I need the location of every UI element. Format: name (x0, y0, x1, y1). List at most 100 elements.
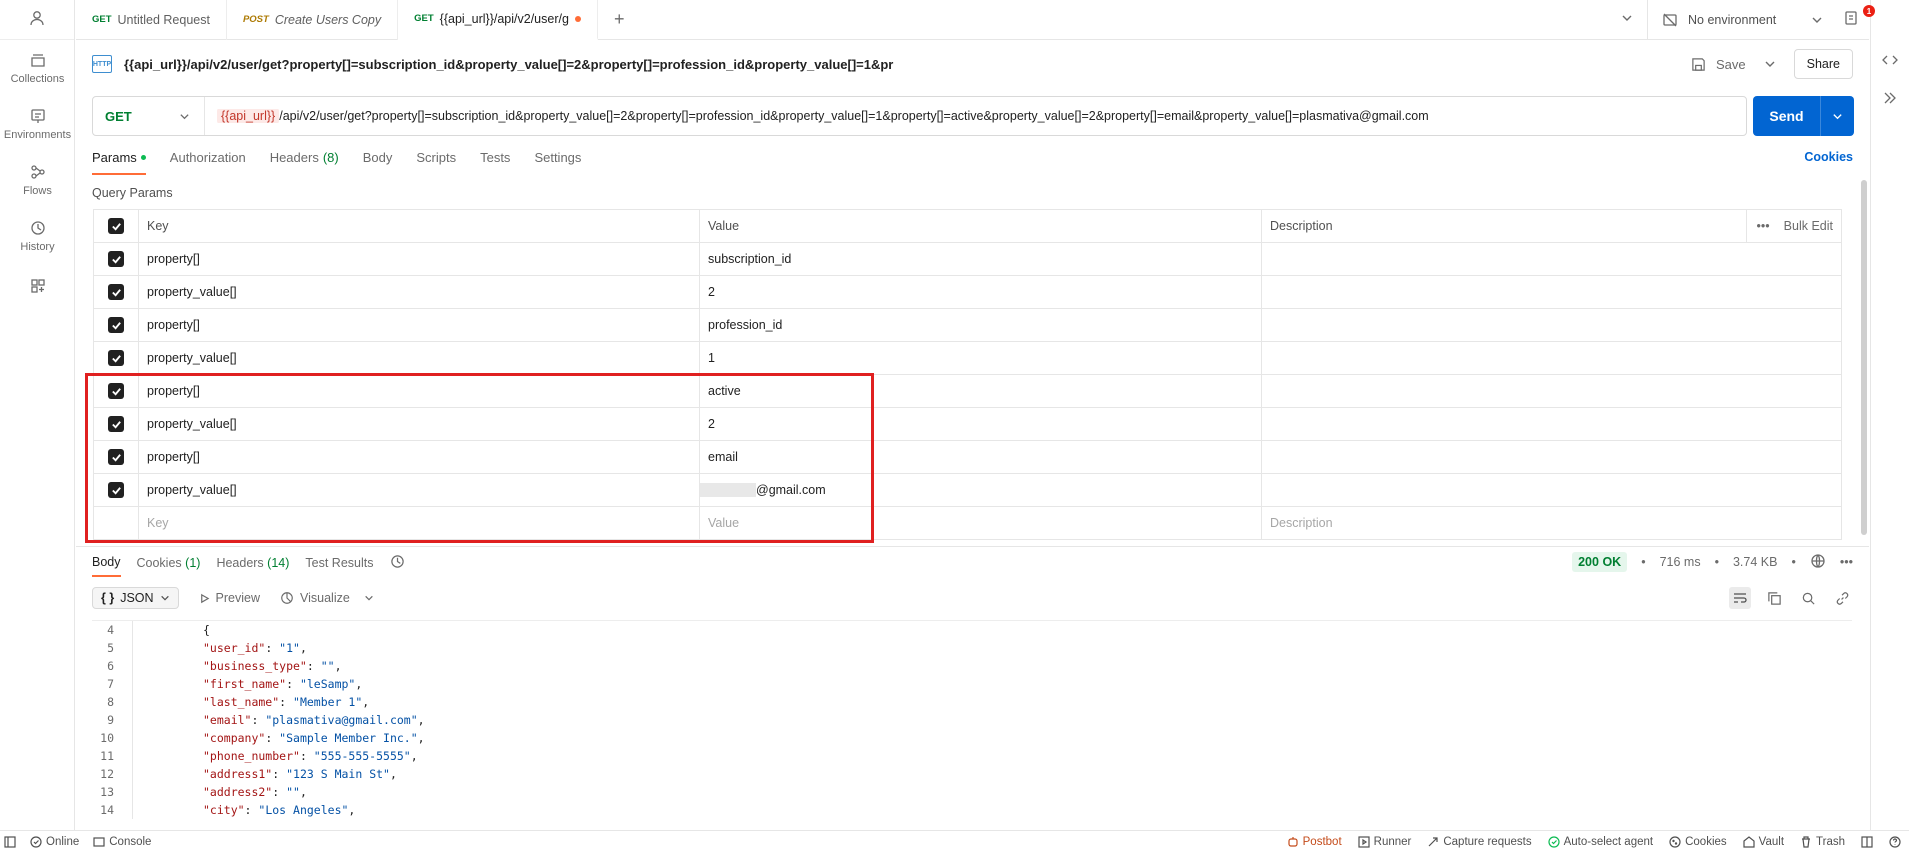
response-size[interactable]: 3.74 KB (1733, 555, 1777, 569)
copy-icon[interactable] (1763, 587, 1785, 609)
tabs-dropdown-icon[interactable] (1607, 12, 1647, 27)
more-options-icon[interactable]: ••• (1757, 219, 1770, 233)
param-description[interactable] (1261, 341, 1842, 375)
code-icon[interactable] (1882, 52, 1898, 68)
param-key[interactable]: property[] (138, 308, 700, 342)
param-key[interactable]: property_value[] (138, 407, 700, 441)
new-tab-button[interactable]: + (598, 9, 641, 30)
tab-scripts[interactable]: Scripts (416, 150, 456, 173)
response-tab-headers[interactable]: Headers (14) (216, 556, 289, 576)
param-description[interactable] (1261, 308, 1842, 342)
share-button[interactable]: Share (1793, 49, 1853, 79)
param-key[interactable]: property_value[] (138, 473, 700, 507)
network-icon[interactable] (1810, 553, 1826, 572)
capture-requests-button[interactable]: Capture requests (1427, 836, 1532, 848)
related-collections-icon[interactable] (1882, 90, 1898, 106)
row-checkbox[interactable] (108, 350, 124, 366)
param-key[interactable]: property[] (138, 374, 700, 408)
vault-button[interactable]: Vault (1743, 836, 1784, 848)
row-checkbox[interactable] (108, 482, 124, 498)
param-value[interactable]: 2 (699, 407, 1262, 441)
select-all-checkbox[interactable] (108, 218, 124, 234)
auto-select-agent-button[interactable]: Auto-select agent (1547, 836, 1653, 848)
help-icon[interactable] (1889, 835, 1901, 848)
row-checkbox[interactable] (108, 284, 124, 300)
new-key-input[interactable]: Key (138, 506, 700, 540)
postbot-button[interactable]: Postbot (1287, 836, 1342, 848)
request-title[interactable]: {{api_url}}/api/v2/user/get?property[]=s… (124, 57, 893, 72)
new-description-input[interactable]: Description (1261, 506, 1842, 540)
param-description[interactable] (1261, 242, 1842, 276)
format-selector[interactable]: { } JSON (92, 587, 179, 609)
param-key[interactable]: property[] (138, 440, 700, 474)
wrap-lines-icon[interactable] (1729, 587, 1751, 609)
new-value-input[interactable]: Value (699, 506, 1262, 540)
row-checkbox[interactable] (108, 449, 124, 465)
param-description[interactable] (1261, 275, 1842, 309)
tab-params[interactable]: Params (92, 150, 146, 175)
save-options-chevron-icon[interactable] (1764, 58, 1776, 70)
param-value[interactable]: 1 (699, 341, 1262, 375)
toggle-sidebar-icon[interactable] (4, 835, 16, 848)
notifications-icon[interactable]: 1 (1837, 5, 1875, 29)
sidebar-item-configure[interactable] (0, 264, 75, 308)
response-tab-cookies[interactable]: Cookies (1) (137, 556, 201, 576)
param-value[interactable]: subscription_id (699, 242, 1262, 276)
response-history-icon[interactable] (390, 554, 405, 578)
sidebar-item-environments[interactable]: Environments (0, 96, 75, 152)
visualize-button[interactable]: Visualize (280, 591, 374, 605)
search-icon[interactable] (1797, 587, 1819, 609)
params-scrollbar[interactable] (1861, 180, 1867, 535)
row-checkbox[interactable] (108, 251, 124, 267)
runner-button[interactable]: Runner (1358, 836, 1411, 848)
param-description[interactable] (1261, 407, 1842, 441)
user-icon[interactable] (28, 9, 46, 30)
environment-selector[interactable]: No environment (1647, 0, 1837, 40)
trash-button[interactable]: Trash (1800, 836, 1845, 848)
param-value[interactable]: active (699, 374, 1262, 408)
sidebar-item-collections[interactable]: Collections (0, 40, 75, 96)
param-key[interactable]: property[] (138, 242, 700, 276)
tab-untitled-request[interactable]: GET Untitled Request (76, 0, 227, 40)
save-button[interactable]: Save (1716, 57, 1746, 72)
sidebar-item-flows[interactable]: Flows (0, 152, 75, 208)
response-tab-body[interactable]: Body (92, 555, 121, 577)
status-badge[interactable]: 200 OK (1572, 552, 1628, 572)
send-button[interactable]: Send (1753, 96, 1854, 136)
tab-tests[interactable]: Tests (480, 150, 510, 173)
row-checkbox[interactable] (108, 383, 124, 399)
cookies-button[interactable]: Cookies (1669, 836, 1727, 848)
sidebar-item-history[interactable]: History (0, 208, 75, 264)
preview-button[interactable]: Preview (199, 591, 260, 605)
tab-headers[interactable]: Headers (8) (270, 150, 339, 173)
url-input[interactable]: {{api_url}}/api/v2/user/get?property[]=s… (205, 109, 1429, 123)
response-body-editor[interactable]: 4{5 "user_id": "1", 6 "business_type": ""… (92, 620, 1852, 820)
param-value[interactable]: profession_id (699, 308, 1262, 342)
response-tab-test-results[interactable]: Test Results (305, 556, 373, 576)
response-divider[interactable] (76, 546, 1869, 547)
tab-body[interactable]: Body (363, 150, 393, 173)
chevron-down-icon[interactable] (364, 593, 374, 603)
row-checkbox[interactable] (108, 416, 124, 432)
tab-active-request[interactable]: GET {{api_url}}/api/v2/user/g (398, 0, 598, 40)
param-value[interactable]: email (699, 440, 1262, 474)
tab-settings[interactable]: Settings (534, 150, 581, 173)
param-description[interactable] (1261, 374, 1842, 408)
row-checkbox[interactable] (108, 317, 124, 333)
param-key[interactable]: property_value[] (138, 341, 700, 375)
cookies-link[interactable]: Cookies (1804, 150, 1853, 164)
link-icon[interactable] (1831, 587, 1853, 609)
param-key[interactable]: property_value[] (138, 275, 700, 309)
param-description[interactable] (1261, 440, 1842, 474)
method-selector[interactable]: GET (93, 97, 205, 135)
layout-icon[interactable] (1861, 835, 1873, 848)
param-value[interactable]: @gmail.com (699, 473, 1262, 507)
online-status[interactable]: Online (30, 836, 79, 848)
tab-authorization[interactable]: Authorization (170, 150, 246, 173)
response-time[interactable]: 716 ms (1660, 555, 1701, 569)
console-button[interactable]: Console (93, 836, 151, 848)
param-description[interactable] (1261, 473, 1842, 507)
bulk-edit-button[interactable]: Bulk Edit (1784, 219, 1833, 233)
tab-create-users-copy[interactable]: POST Create Users Copy (227, 0, 399, 40)
send-options-chevron-icon[interactable] (1820, 96, 1854, 136)
